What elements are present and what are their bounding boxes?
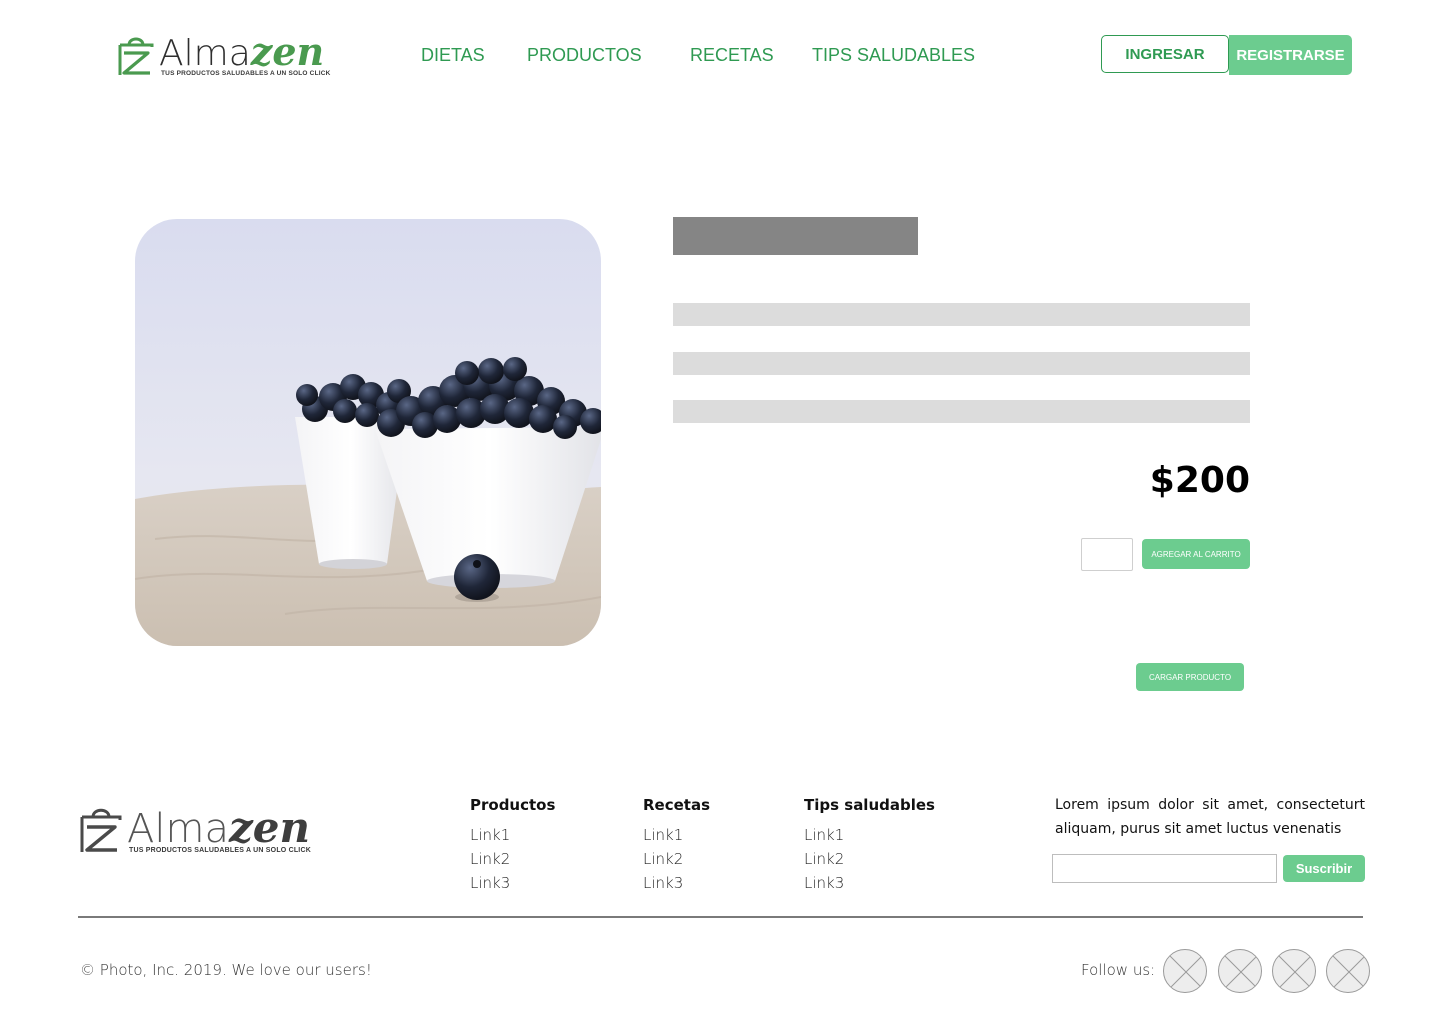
footer-divider (78, 916, 1363, 918)
upload-product-button[interactable]: CARGAR PRODUCTO (1136, 663, 1244, 691)
shopping-bag-icon (80, 808, 122, 852)
placeholder-x-icon (1278, 955, 1312, 989)
footer-link[interactable]: Link1 (804, 823, 935, 847)
footer-column-title: Productos (470, 796, 556, 814)
footer-link[interactable]: Link2 (643, 847, 710, 871)
follow-us-label: Follow us: (1081, 961, 1156, 979)
header-logo[interactable]: Alma zen TUS PRODUCTOS SALUDABLES A UN S… (117, 33, 331, 77)
footer-logo[interactable]: Alma zen TUS PRODUCTOS SALUDABLES A UN S… (79, 804, 311, 854)
footer-brand-name-zen: zen (228, 803, 311, 852)
nav-tips-saludables[interactable]: TIPS SALUDABLES (812, 45, 975, 66)
footer-column-productos: Productos Link1 Link2 Link3 (470, 796, 555, 895)
login-button[interactable]: INGRESAR (1101, 35, 1229, 73)
footer-link[interactable]: Link2 (804, 847, 935, 871)
social-placeholder-icon[interactable] (1163, 949, 1207, 993)
product-price: $200 (1149, 460, 1250, 501)
newsletter-text: Lorem ipsum dolor sit amet, consecteturt… (1055, 797, 1365, 837)
placeholder-x-icon (1332, 955, 1366, 989)
register-button[interactable]: REGISTRARSE (1229, 35, 1352, 75)
product-description-line (673, 400, 1250, 423)
nav-recetas[interactable]: RECETAS (690, 45, 774, 66)
social-placeholder-icon[interactable] (1218, 949, 1262, 993)
copyright-text: © Photo, Inc. 2019. We love our users! (80, 961, 372, 979)
blueberries-bowls-photo (135, 219, 601, 646)
newsletter-email-input[interactable] (1052, 854, 1277, 883)
brand-name-alma: Alma (159, 33, 251, 74)
social-placeholder-icon[interactable] (1326, 949, 1370, 993)
footer-link[interactable]: Link2 (470, 847, 555, 871)
footer-link[interactable]: Link3 (643, 871, 710, 895)
footer-brand-name-alma: Alma (127, 806, 229, 852)
footer-link[interactable]: Link3 (470, 871, 555, 895)
page: Alma zen TUS PRODUCTOS SALUDABLES A UN S… (0, 0, 1440, 1024)
footer-link[interactable]: Link3 (804, 871, 935, 895)
footer-column-title: Recetas (643, 796, 711, 814)
footer-column-recetas: Recetas Link1 Link2 Link3 (643, 796, 710, 895)
quantity-input[interactable] (1081, 538, 1133, 571)
brand-name-zen: zen (250, 29, 325, 74)
footer-link[interactable]: Link1 (470, 823, 555, 847)
product-title-placeholder (673, 217, 918, 255)
nav-dietas[interactable]: DIETAS (421, 45, 485, 66)
product-description-line (673, 352, 1250, 375)
product-image (135, 219, 601, 646)
placeholder-x-icon (1224, 955, 1258, 989)
add-to-cart-button[interactable]: AGREGAR AL CARRITO (1142, 539, 1250, 569)
nav-productos[interactable]: PRODUCTOS (527, 45, 642, 66)
shopping-bag-icon (118, 37, 154, 75)
footer-brand-tagline: TUS PRODUCTOS SALUDABLES A UN SOLO CLICK (129, 847, 311, 854)
footer-link[interactable]: Link1 (643, 823, 710, 847)
footer-column-tips-saludables: Tips saludables Link1 Link2 Link3 (804, 796, 935, 895)
subscribe-button[interactable]: Suscribir (1283, 855, 1365, 882)
footer-column-title: Tips saludables (804, 796, 935, 814)
brand-tagline: TUS PRODUCTOS SALUDABLES A UN SOLO CLICK (161, 70, 331, 77)
social-placeholder-icon[interactable] (1272, 949, 1316, 993)
product-description-line (673, 303, 1250, 326)
placeholder-x-icon (1169, 955, 1203, 989)
